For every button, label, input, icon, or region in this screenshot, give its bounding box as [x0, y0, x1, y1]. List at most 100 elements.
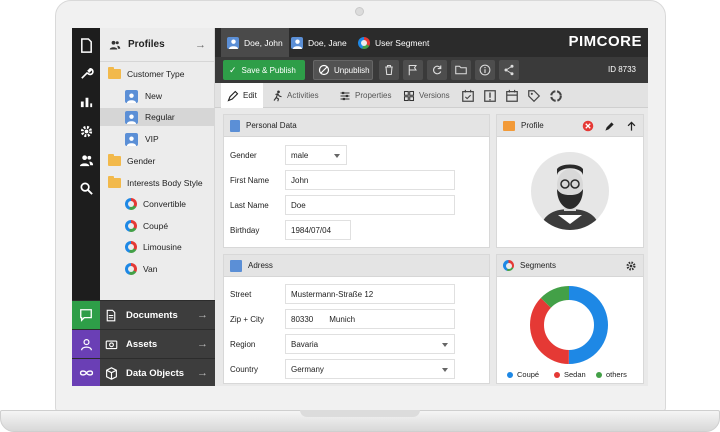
info-icon[interactable]	[475, 60, 495, 80]
panel-header: Adress	[224, 255, 489, 277]
save-publish-button[interactable]: ✓ Save & Publish	[223, 60, 305, 80]
tree-item-limousine[interactable]: Limousine	[125, 238, 182, 256]
region-row: Region Bavaria	[230, 334, 455, 354]
chevron-down-icon	[442, 368, 448, 372]
notice-icon[interactable]	[483, 89, 497, 103]
chat-icon[interactable]	[72, 300, 100, 330]
tab-user-segment[interactable]: User Segment	[352, 28, 435, 57]
street-field[interactable]: Mustermann-Straße 12	[285, 284, 455, 304]
laptop-mockup: Profiles → Customer Type New Regular VIP	[0, 0, 720, 432]
infinity-icon[interactable]	[72, 358, 100, 386]
running-icon	[273, 90, 282, 101]
accordion-documents[interactable]: Documents →	[72, 300, 215, 330]
bar-chart-icon[interactable]	[72, 87, 100, 115]
country-select[interactable]: Germany	[285, 359, 455, 379]
search-icon[interactable]	[72, 174, 100, 202]
profile-avatar	[531, 152, 609, 230]
tree-item-customer-type[interactable]: Customer Type	[108, 65, 215, 83]
chevron-down-icon	[442, 343, 448, 347]
user-icon	[291, 36, 303, 49]
accordion-label: Assets	[126, 338, 158, 350]
gear-icon[interactable]	[623, 258, 639, 274]
user-icon[interactable]	[72, 329, 100, 359]
tab-versions[interactable]: Versions	[403, 83, 450, 108]
select-value: Germany	[291, 364, 324, 374]
tab-properties[interactable]: Properties	[339, 83, 391, 108]
accordion-assets[interactable]: Assets →	[72, 329, 215, 359]
map-icon	[230, 259, 242, 272]
legend-item-sedan: Sedan	[554, 370, 586, 379]
birthday-field[interactable]: 1984/07/04	[285, 220, 351, 240]
select-value: male	[291, 150, 309, 160]
field-value: 1984/07/04	[291, 225, 332, 235]
remove-icon[interactable]	[580, 118, 596, 134]
unpublish-button[interactable]: Unpublish	[313, 60, 373, 80]
calendar-icon[interactable]	[505, 89, 519, 103]
personal-data-panel: Personal Data Gender male First Name Joh…	[223, 114, 490, 248]
zip-city-field[interactable]: 80330 Munich	[285, 309, 455, 329]
tree-item-new[interactable]: New	[100, 87, 214, 105]
laptop-notch	[300, 410, 420, 417]
object-toolbar: ✓ Save & Publish Unpublish ID 8733	[215, 57, 648, 83]
pencil-icon[interactable]	[601, 118, 617, 134]
tree-item-van[interactable]: Van	[125, 260, 158, 278]
field-label: First Name	[230, 175, 270, 185]
upload-icon[interactable]	[623, 118, 639, 134]
tab-label: Versions	[419, 91, 450, 100]
panel-title: Adress	[248, 261, 273, 270]
legend-item-coupe: Coupé	[507, 370, 539, 379]
arrow-right-icon[interactable]: →	[195, 39, 206, 51]
tab-activities[interactable]: Activities	[271, 83, 319, 108]
tree-item-gender[interactable]: Gender	[108, 152, 215, 170]
delete-icon[interactable]	[379, 60, 399, 80]
sliders-icon	[340, 91, 350, 100]
legend-label: Coupé	[517, 370, 540, 379]
wrench-icon[interactable]	[72, 59, 100, 87]
segment-icon	[125, 220, 137, 232]
tree-item-label: Limousine	[143, 242, 182, 252]
users-icon[interactable]	[72, 146, 100, 174]
panel-title: Profile	[521, 121, 544, 130]
reload-icon[interactable]	[427, 60, 447, 80]
tab-edit[interactable]: Edit	[221, 83, 263, 108]
folder-open-icon[interactable]	[451, 60, 471, 80]
folder-icon	[108, 154, 121, 166]
zip-city-row: Zip + City 80330 Munich	[230, 309, 455, 329]
tree-item-coupe[interactable]: Coupé	[125, 217, 168, 235]
tree-item-label: Interests Body Style	[127, 178, 203, 188]
panel-title: Segments	[520, 261, 557, 270]
address-panel: Adress Street Mustermann-Straße 12 Zip +…	[223, 254, 490, 384]
accordion-data-objects[interactable]: Data Objects →	[72, 358, 215, 386]
tree-item-vip[interactable]: VIP	[100, 130, 214, 148]
user-icon	[227, 36, 239, 49]
segment-icon	[125, 263, 137, 275]
top-tab-bar: Doe, John Doe, Jane User Segment PIMCORE	[215, 28, 648, 57]
tab-label: Doe, John	[244, 37, 283, 48]
region-select[interactable]: Bavaria	[285, 334, 455, 354]
tab-doe-jane[interactable]: Doe, Jane	[285, 28, 353, 57]
segment-outline-icon[interactable]	[549, 89, 563, 103]
ban-icon	[318, 64, 330, 76]
tree-item-label: New	[145, 91, 163, 101]
calendar-check-icon[interactable]	[461, 89, 475, 103]
folder-icon	[108, 67, 121, 79]
gender-row: Gender male	[230, 145, 347, 165]
tab-doe-john[interactable]: Doe, John	[221, 28, 289, 57]
file-icon[interactable]	[72, 31, 100, 59]
tree-header[interactable]: Profiles →	[100, 28, 214, 62]
chevron-down-icon	[334, 154, 340, 158]
share-icon[interactable]	[499, 60, 519, 80]
gender-select[interactable]: male	[285, 145, 347, 165]
button-label: Save & Publish	[241, 65, 296, 75]
field-label: Zip + City	[230, 314, 265, 324]
tag-icon[interactable]	[527, 89, 541, 103]
flag-icon[interactable]	[403, 60, 423, 80]
gear-icon[interactable]	[72, 117, 100, 145]
last-name-field[interactable]: Doe	[285, 195, 455, 215]
first-name-field[interactable]: John	[285, 170, 455, 190]
tree-item-convertible[interactable]: Convertible	[125, 195, 186, 213]
tree-item-regular[interactable]: Regular	[100, 108, 214, 126]
document-icon	[230, 119, 240, 132]
tree-item-interests-body-style[interactable]: Interests Body Style	[108, 174, 215, 192]
panel-header: Segments	[497, 255, 643, 277]
